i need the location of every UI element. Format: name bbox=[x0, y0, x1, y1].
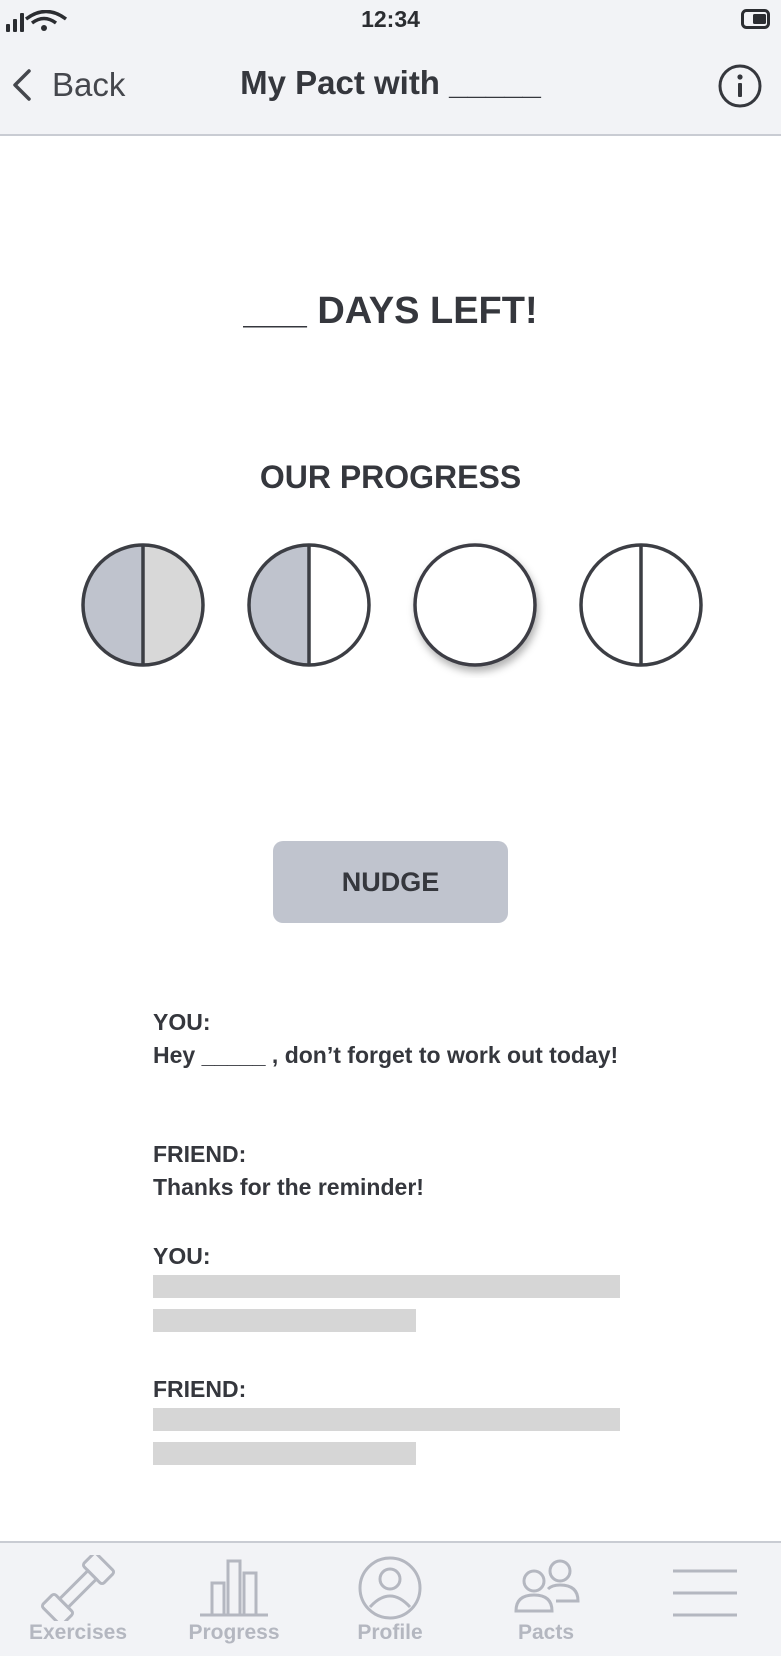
back-label: Back bbox=[52, 66, 126, 103]
circle-left-half-fill bbox=[83, 545, 143, 665]
progress-circles bbox=[81, 543, 703, 667]
dumbbell-icon bbox=[40, 1555, 116, 1621]
message-placeholder-line bbox=[153, 1309, 416, 1332]
tab-progress[interactable]: Progress bbox=[156, 1543, 312, 1656]
back-button[interactable]: Back bbox=[12, 60, 125, 110]
progress-circle-1 bbox=[81, 543, 205, 667]
info-icon[interactable] bbox=[717, 63, 763, 109]
circle-left-half-fill bbox=[249, 545, 309, 665]
message-text: Thanks for the reminder! bbox=[153, 1174, 424, 1200]
tab-exercises[interactable]: Exercises bbox=[0, 1543, 156, 1656]
progress-circle-2 bbox=[247, 543, 371, 667]
profile-icon bbox=[358, 1556, 422, 1620]
days-left-heading: ___ DAYS LEFT! bbox=[243, 290, 538, 332]
tab-menu[interactable] bbox=[625, 1543, 781, 1656]
progress-circle-3 bbox=[413, 543, 537, 667]
message-sender: FRIEND: bbox=[153, 1376, 247, 1402]
people-icon bbox=[514, 1559, 580, 1613]
bar-chart-icon bbox=[200, 1559, 268, 1617]
message-placeholder-line bbox=[153, 1442, 416, 1465]
message-text: Hey _____ , don’t forget to work out tod… bbox=[153, 1042, 619, 1068]
tab-label: Profile bbox=[357, 1621, 423, 1644]
tab-pacts[interactable]: Pacts bbox=[468, 1543, 624, 1656]
progress-circle-4 bbox=[579, 543, 703, 667]
message-placeholder-line bbox=[153, 1275, 620, 1298]
message-sender: FRIEND: bbox=[153, 1141, 247, 1167]
menu-icon bbox=[673, 1569, 737, 1617]
circle-right-half-fill bbox=[143, 545, 203, 665]
tab-label: Pacts bbox=[517, 1621, 575, 1644]
tab-label: Progress bbox=[188, 1621, 280, 1644]
page-title: My Pact with _____ bbox=[240, 64, 541, 101]
message-sender: YOU: bbox=[153, 1243, 211, 1269]
status-time: 12:34 bbox=[361, 6, 420, 32]
tab-label: Exercises bbox=[28, 1621, 128, 1644]
nudge-button[interactable]: NUDGE bbox=[273, 841, 508, 923]
chevron-left-icon bbox=[13, 69, 31, 101]
tab-profile[interactable]: Profile bbox=[312, 1543, 468, 1656]
tab-bar: Exercises Progress Profile Pacts bbox=[0, 1541, 781, 1656]
navigation-header: 12:34 Back My Pact with _____ bbox=[0, 0, 781, 136]
progress-heading: OUR PROGRESS bbox=[259, 459, 522, 495]
message-sender: YOU: bbox=[153, 1009, 211, 1035]
message-placeholder-line bbox=[153, 1408, 620, 1431]
battery-icon bbox=[741, 9, 770, 29]
